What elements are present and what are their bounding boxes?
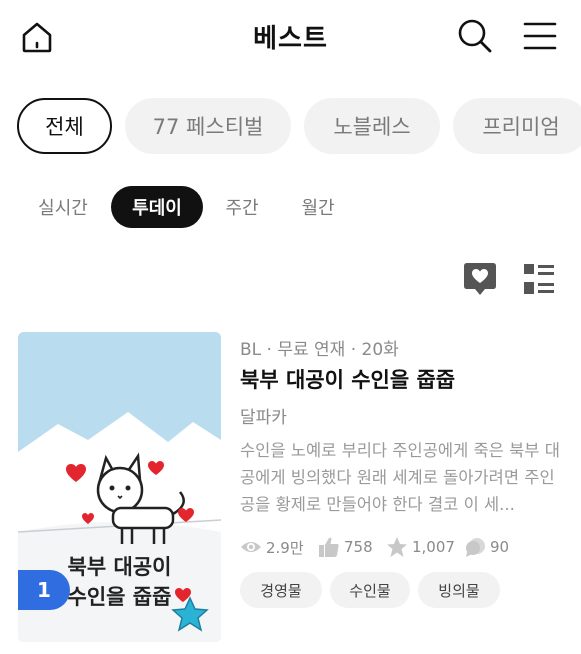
tag-item[interactable]: 빙의물	[418, 572, 500, 608]
thumbs-up-icon	[319, 537, 339, 557]
work-title[interactable]: 북부 대공이 수인을 줍줍	[240, 364, 455, 394]
tab-monthly[interactable]: 월간	[286, 186, 350, 228]
chip-77-festival[interactable]: 77 페스티벌	[125, 98, 291, 154]
star-icon	[387, 537, 407, 557]
likes-count: 758	[344, 538, 373, 556]
chip-premium[interactable]: 프리미엄	[453, 98, 581, 154]
work-author[interactable]: 달파카	[240, 403, 287, 428]
view-toggle-group	[460, 260, 560, 298]
heart-view-button[interactable]	[462, 260, 498, 298]
work-meta: BL · 무료 연재 · 20화	[240, 340, 399, 360]
tab-weekly[interactable]: 주간	[210, 186, 274, 228]
period-tabs: 실시간 투데이 주간 월간	[0, 186, 581, 228]
work-stats: 2.9만 758 1,007 90	[240, 534, 570, 560]
views-count: 2.9만	[266, 538, 304, 557]
chip-all[interactable]: 전체	[17, 98, 112, 154]
cover-thumbnail[interactable]: 북부 대공이 수인을 줍줍 1	[18, 332, 221, 642]
chip-noblesse[interactable]: 노블레스	[304, 98, 440, 154]
menu-button[interactable]	[521, 18, 559, 56]
tab-realtime[interactable]: 실시간	[22, 186, 104, 228]
heart-chat-icon	[464, 263, 496, 295]
tab-today[interactable]: 투데이	[111, 186, 203, 228]
eye-icon	[241, 542, 261, 552]
work-synopsis: 수인을 노예로 부리다 주인공에게 죽은 북부 대공에게 빙의했다 원래 세계로…	[240, 441, 560, 514]
search-button[interactable]	[456, 17, 494, 55]
comments-stat: 90	[464, 534, 509, 560]
comments-count: 90	[490, 538, 510, 556]
tag-item[interactable]: 수인물	[330, 572, 410, 608]
ranking-card[interactable]: 북부 대공이 수인을 줍줍 1 BL · 무료 연재 · 20화 북부 대공이 …	[18, 330, 568, 644]
stars-count: 1,007	[412, 538, 455, 556]
list-view-button[interactable]	[522, 262, 556, 296]
comment-icon	[466, 538, 485, 557]
rank-badge: 1	[18, 570, 70, 610]
likes-stat: 758	[318, 534, 373, 560]
genre-tags: 경영물 수인물 빙의물	[240, 572, 570, 608]
category-chip-row: 전체 77 페스티벌 노블레스 프리미엄	[17, 98, 581, 156]
top-header: 베스트	[0, 0, 581, 76]
views-stat: 2.9만	[240, 534, 304, 560]
list-view-icon	[524, 264, 554, 294]
search-icon	[458, 19, 492, 53]
hamburger-menu-icon	[523, 22, 557, 50]
tag-item[interactable]: 경영물	[240, 572, 322, 608]
stars-stat: 1,007	[386, 534, 455, 560]
